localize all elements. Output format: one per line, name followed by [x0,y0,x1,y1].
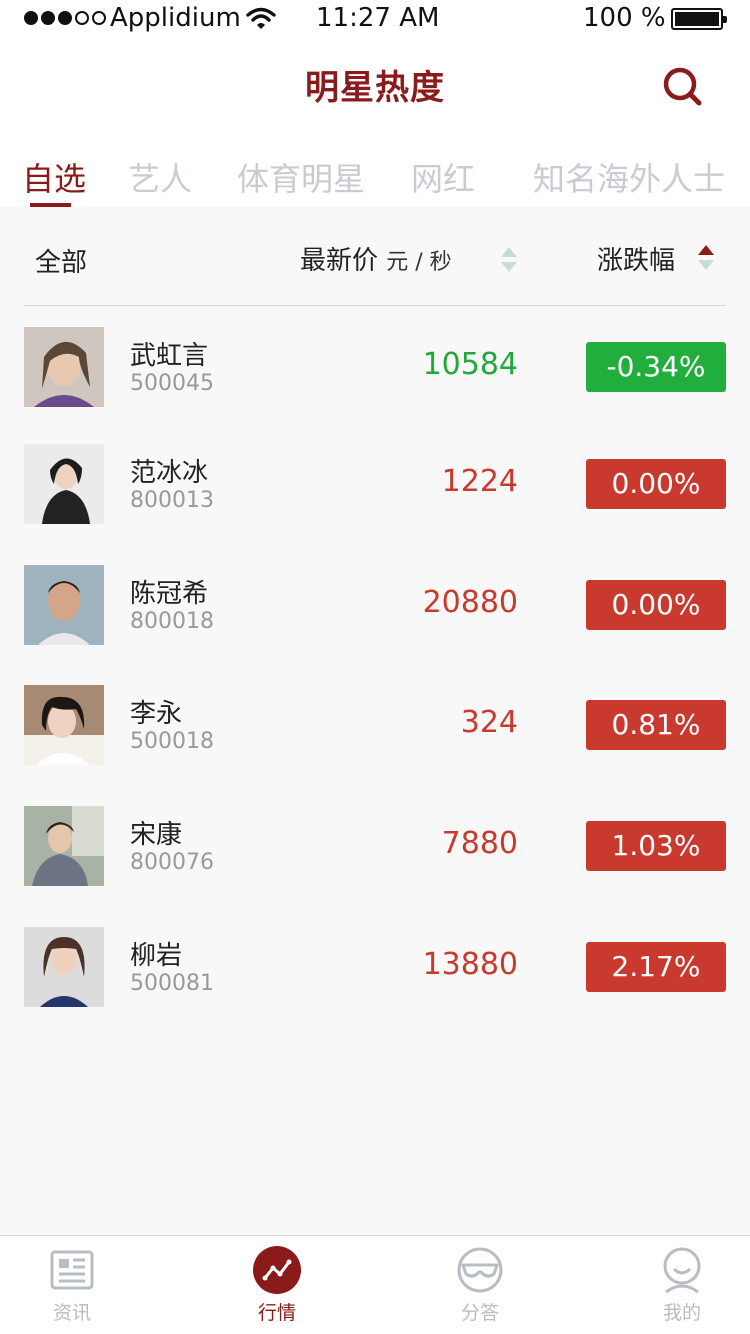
star-code: 800076 [130,850,214,875]
star-code: 500081 [130,971,214,996]
tabbar-label: 资讯 [52,1302,91,1324]
profile-icon [663,1247,701,1294]
bottom-tab-bar: 资讯 行情 分答 我的 [0,1235,750,1334]
change-badge: 1.03% [586,821,726,871]
list-item[interactable]: 范冰冰 800013 1224 0.00% [0,444,750,564]
list-item[interactable]: 陈冠希 800018 20880 0.00% [0,565,750,685]
header-divider [24,305,726,306]
avatar [24,565,104,645]
wifi-icon [246,7,276,29]
star-price: 20880 [422,585,518,620]
search-icon[interactable] [660,64,706,110]
avatar [24,327,104,407]
star-name: 范冰冰 [130,458,209,488]
avatar [24,806,104,886]
tabbar-label: 我的 [662,1302,701,1324]
tab-sports-stars[interactable]: 体育明星 [237,154,365,200]
avatar [24,927,104,1007]
star-name: 李永 [130,699,183,729]
price-sort-icon[interactable] [500,245,518,275]
star-code: 500018 [130,729,214,754]
change-badge: 0.00% [586,580,726,630]
star-code: 800013 [130,488,214,513]
page-title: 明星热度 [305,68,445,108]
star-name: 柳岩 [130,941,183,971]
tab-overseas-figures[interactable]: 知名海外人士 [533,154,725,200]
signal-strength-icon [24,11,106,25]
change-badge: 2.17% [586,942,726,992]
qa-glasses-icon [457,1247,503,1293]
market-chart-icon [253,1246,301,1294]
star-price: 10584 [422,347,518,382]
sort-by-change-button[interactable]: 涨跌幅 [597,240,675,277]
tabbar-item-profile[interactable]: 我的 [622,1236,742,1334]
tab-favorites[interactable]: 自选 [22,154,86,200]
star-price: 13880 [422,947,518,982]
star-price: 7880 [441,826,518,861]
carrier-name: Applidium [110,3,241,33]
change-badge: 0.00% [586,459,726,509]
change-badge: -0.34% [586,342,726,392]
tabbar-item-market[interactable]: 行情 [217,1236,337,1334]
filter-all-button[interactable]: 全部 [35,242,87,279]
tab-artists[interactable]: 艺人 [128,154,192,200]
star-code: 800018 [130,609,214,634]
avatar [24,444,104,524]
list-item[interactable]: 柳岩 500081 13880 2.17% [0,927,750,1047]
battery-icon [671,8,727,30]
list-item[interactable]: 李永 500018 324 0.81% [0,685,750,805]
tabbar-item-qa[interactable]: 分答 [420,1236,540,1334]
tabbar-label: 分答 [460,1302,499,1324]
news-icon [50,1250,94,1290]
avatar [24,685,104,765]
change-badge: 0.81% [586,700,726,750]
sort-by-price-button[interactable]: 最新价 元 / 秒 [300,240,452,277]
active-tab-indicator [30,203,71,207]
list-header: 全部 最新价 元 / 秒 涨跌幅 [0,232,750,292]
tabbar-label: 行情 [257,1302,296,1324]
list-item[interactable]: 武虹言 500045 10584 -0.34% [0,327,750,447]
star-price: 1224 [441,464,518,499]
star-code: 500045 [130,371,214,396]
price-unit-label: 元 / 秒 [386,250,452,275]
status-bar: Applidium 11:27 AM 100 % [0,0,750,40]
tab-influencers[interactable]: 网红 [411,154,475,200]
battery-percent: 100 % [583,3,666,33]
list-item[interactable]: 宋康 800076 7880 1.03% [0,806,750,926]
tabbar-item-news[interactable]: 资讯 [12,1236,132,1334]
star-price: 324 [460,705,518,740]
star-name: 陈冠希 [130,579,209,609]
price-header-label: 最新价 [300,246,379,276]
change-sort-icon[interactable] [697,243,715,273]
star-name: 武虹言 [130,341,209,371]
clock: 11:27 AM [316,3,440,33]
category-tabs: 自选 艺人 体育明星 网红 知名海外人士 [0,150,750,207]
star-name: 宋康 [130,820,183,850]
